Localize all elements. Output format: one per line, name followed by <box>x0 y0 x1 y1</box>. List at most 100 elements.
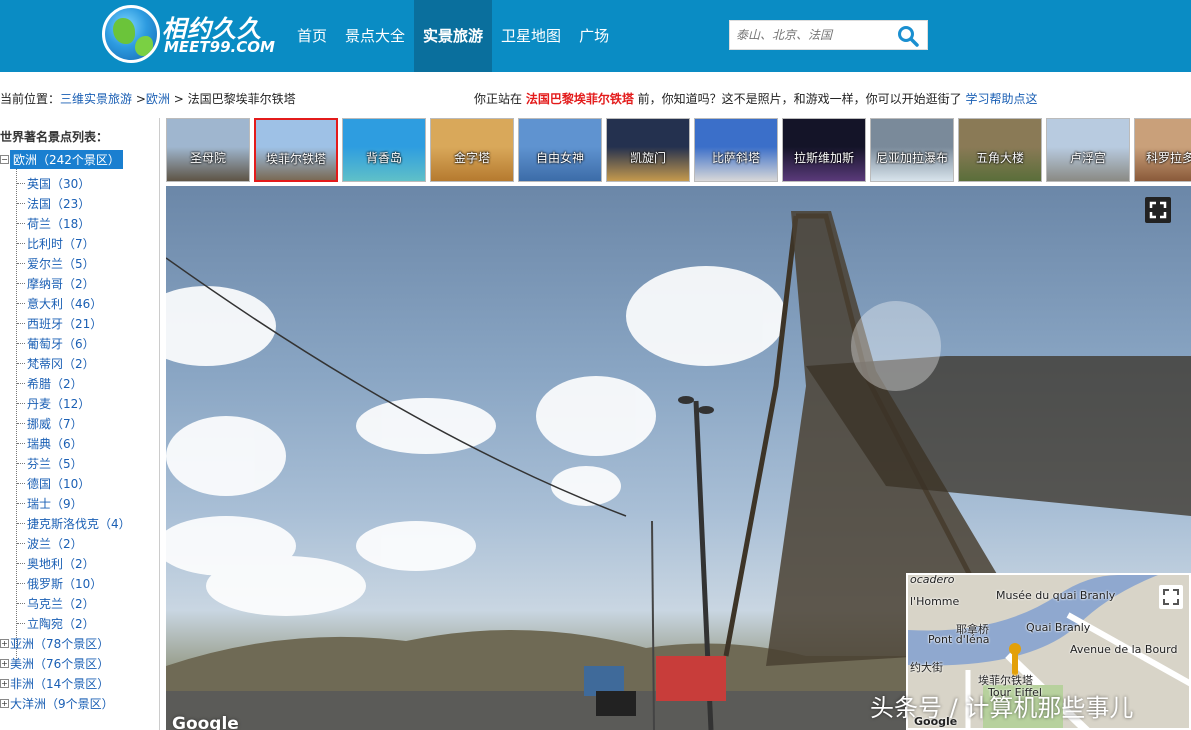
country-link[interactable]: 俄罗斯（10） <box>27 575 102 592</box>
nav-home[interactable]: 首页 <box>288 0 336 72</box>
breadcrumb-current: 法国巴黎埃菲尔铁塔 <box>187 92 296 106</box>
country-item[interactable]: 英国（30） <box>17 174 90 192</box>
continent-link[interactable]: 亚洲（78个景区） <box>10 635 109 652</box>
country-link[interactable]: 西班牙（21） <box>27 315 102 332</box>
country-link[interactable]: 波兰（2） <box>27 535 83 552</box>
main-nav: 首页 景点大全 实景旅游 卫星地图 广场 <box>288 0 618 72</box>
google-watermark: Google <box>172 714 239 730</box>
country-item[interactable]: 西班牙（21） <box>17 314 102 332</box>
attraction-thumbnail[interactable]: 科罗拉多大 <box>1134 118 1191 182</box>
nav-plaza[interactable]: 广场 <box>570 0 618 72</box>
country-link[interactable]: 瑞典（6） <box>27 435 83 452</box>
attraction-thumbnail[interactable]: 圣母院 <box>166 118 250 182</box>
attraction-thumbnail[interactable]: 背香岛 <box>342 118 426 182</box>
country-link[interactable]: 葡萄牙（6） <box>27 335 95 352</box>
country-link[interactable]: 摩纳哥（2） <box>27 275 95 292</box>
country-link[interactable]: 英国（30） <box>27 175 90 192</box>
country-item[interactable]: 希腊（2） <box>17 374 83 392</box>
info-bar: 当前位置：三维实景旅游 >欧洲 > 法国巴黎埃菲尔铁塔 你正站在 法国巴黎埃菲尔… <box>0 80 1191 114</box>
country-link[interactable]: 德国（10） <box>27 475 90 492</box>
attraction-sidebar: 世界著名景点列表： − 欧洲（242个景区） 英国（30） 法国（23） 荷兰（18）… <box>0 118 160 730</box>
source-watermark: 头条号 / 计算机那些事儿 <box>870 694 1134 722</box>
country-item[interactable]: 丹麦（12） <box>17 394 90 412</box>
help-link[interactable]: 学习帮助点这 <box>965 92 1037 106</box>
country-link[interactable]: 意大利（46） <box>27 295 102 312</box>
expand-icon[interactable]: + <box>0 698 9 708</box>
country-link[interactable]: 奥地利（2） <box>27 555 95 572</box>
country-item[interactable]: 乌克兰（2） <box>17 594 95 612</box>
country-item[interactable]: 瑞士（9） <box>17 494 83 512</box>
thumbnail-label: 埃菲尔铁塔 <box>265 152 326 166</box>
thumbnail-label: 五角大楼 <box>975 151 1024 165</box>
attraction-thumbnail[interactable]: 埃菲尔铁塔 <box>254 118 338 182</box>
attraction-thumbnail[interactable]: 拉斯维加斯 <box>782 118 866 182</box>
fullscreen-icon[interactable] <box>1145 197 1171 223</box>
country-item[interactable]: 挪威（7） <box>17 414 83 432</box>
breadcrumb: 当前位置：三维实景旅游 >欧洲 > 法国巴黎埃菲尔铁塔 <box>0 92 296 106</box>
country-item[interactable]: 波兰（2） <box>17 534 83 552</box>
country-link[interactable]: 捷克斯洛伐克（4） <box>27 515 131 532</box>
thumbnail-label: 拉斯维加斯 <box>793 151 854 165</box>
tree-node-continent[interactable]: + 亚洲（78个景区） <box>0 634 109 652</box>
country-item[interactable]: 芬兰（5） <box>17 454 83 472</box>
map-expand-icon[interactable] <box>1159 585 1183 609</box>
breadcrumb-link-street-view[interactable]: 三维实景旅游 <box>60 92 132 106</box>
country-item[interactable]: 捷克斯洛伐克（4） <box>17 514 131 532</box>
thumbnail-label: 科罗拉多大 <box>1145 151 1191 165</box>
country-item[interactable]: 梵蒂冈（2） <box>17 354 95 372</box>
site-logo[interactable]: 相约久久 MEET99.COM <box>102 5 275 65</box>
country-link[interactable]: 乌克兰（2） <box>27 595 95 612</box>
country-link[interactable]: 立陶宛（2） <box>27 615 95 632</box>
expand-icon[interactable]: + <box>0 678 9 688</box>
country-item[interactable]: 意大利（46） <box>17 294 102 312</box>
tree-node-continent[interactable]: + 非洲（14个景区） <box>0 674 109 692</box>
continent-link[interactable]: 大洋洲（9个景区） <box>10 695 114 712</box>
expand-icon[interactable]: + <box>0 638 9 648</box>
country-link[interactable]: 比利时（7） <box>27 235 95 252</box>
thumbnail-label: 凯旋门 <box>629 151 666 165</box>
tree-node-europe[interactable]: − 欧洲（242个景区） <box>0 149 123 169</box>
country-link[interactable]: 芬兰（5） <box>27 455 83 472</box>
country-link[interactable]: 爱尔兰（5） <box>27 255 95 272</box>
continent-link[interactable]: 美洲（76个景区） <box>10 655 109 672</box>
country-item[interactable]: 法国（23） <box>17 194 90 212</box>
country-link[interactable]: 挪威（7） <box>27 415 83 432</box>
country-link[interactable]: 希腊（2） <box>27 375 83 392</box>
country-item[interactable]: 荷兰（18） <box>17 214 90 232</box>
attraction-thumbnail[interactable]: 比萨斜塔 <box>694 118 778 182</box>
attraction-thumbnail[interactable]: 自由女神 <box>518 118 602 182</box>
search-input[interactable] <box>736 25 886 45</box>
country-item[interactable]: 摩纳哥（2） <box>17 274 95 292</box>
tree-node-continent[interactable]: + 大洋洲（9个景区） <box>0 694 114 712</box>
country-link[interactable]: 瑞士（9） <box>27 495 83 512</box>
country-item[interactable]: 俄罗斯（10） <box>17 574 102 592</box>
thumbnail-label: 金字塔 <box>453 151 490 165</box>
continent-link[interactable]: 非洲（14个景区） <box>10 675 109 692</box>
nav-street-view-tour[interactable]: 实景旅游 <box>414 0 493 72</box>
country-item[interactable]: 立陶宛（2） <box>17 614 95 632</box>
nav-attractions[interactable]: 景点大全 <box>336 0 414 72</box>
breadcrumb-link-europe[interactable]: 欧洲 <box>146 92 170 106</box>
country-link[interactable]: 荷兰（18） <box>27 215 90 232</box>
page: 相约久久 MEET99.COM 首页 景点大全 实景旅游 卫星地图 广场 当前位… <box>0 0 1191 730</box>
country-item[interactable]: 比利时（7） <box>17 234 95 252</box>
tree-node-continent[interactable]: + 美洲（76个景区） <box>0 654 109 672</box>
attraction-thumbnail[interactable]: 金字塔 <box>430 118 514 182</box>
country-item[interactable]: 葡萄牙（6） <box>17 334 95 352</box>
search-icon[interactable] <box>897 25 919 47</box>
country-item[interactable]: 爱尔兰（5） <box>17 254 95 272</box>
nav-satellite-map[interactable]: 卫星地图 <box>492 0 570 72</box>
country-link[interactable]: 丹麦（12） <box>27 395 90 412</box>
attraction-thumbnail[interactable]: 凯旋门 <box>606 118 690 182</box>
collapse-icon[interactable]: − <box>0 154 9 164</box>
country-link[interactable]: 法国（23） <box>27 195 90 212</box>
country-item[interactable]: 奥地利（2） <box>17 554 95 572</box>
country-item[interactable]: 德国（10） <box>17 474 90 492</box>
attraction-thumbnail[interactable]: 尼亚加拉瀑布 <box>870 118 954 182</box>
attraction-thumbnail[interactable]: 五角大楼 <box>958 118 1042 182</box>
expand-icon[interactable]: + <box>0 658 9 668</box>
country-item[interactable]: 瑞典（6） <box>17 434 83 452</box>
attraction-thumbnail[interactable]: 卢浮宫 <box>1046 118 1130 182</box>
thumbnail-label: 尼亚加拉瀑布 <box>875 151 948 165</box>
country-link[interactable]: 梵蒂冈（2） <box>27 355 95 372</box>
